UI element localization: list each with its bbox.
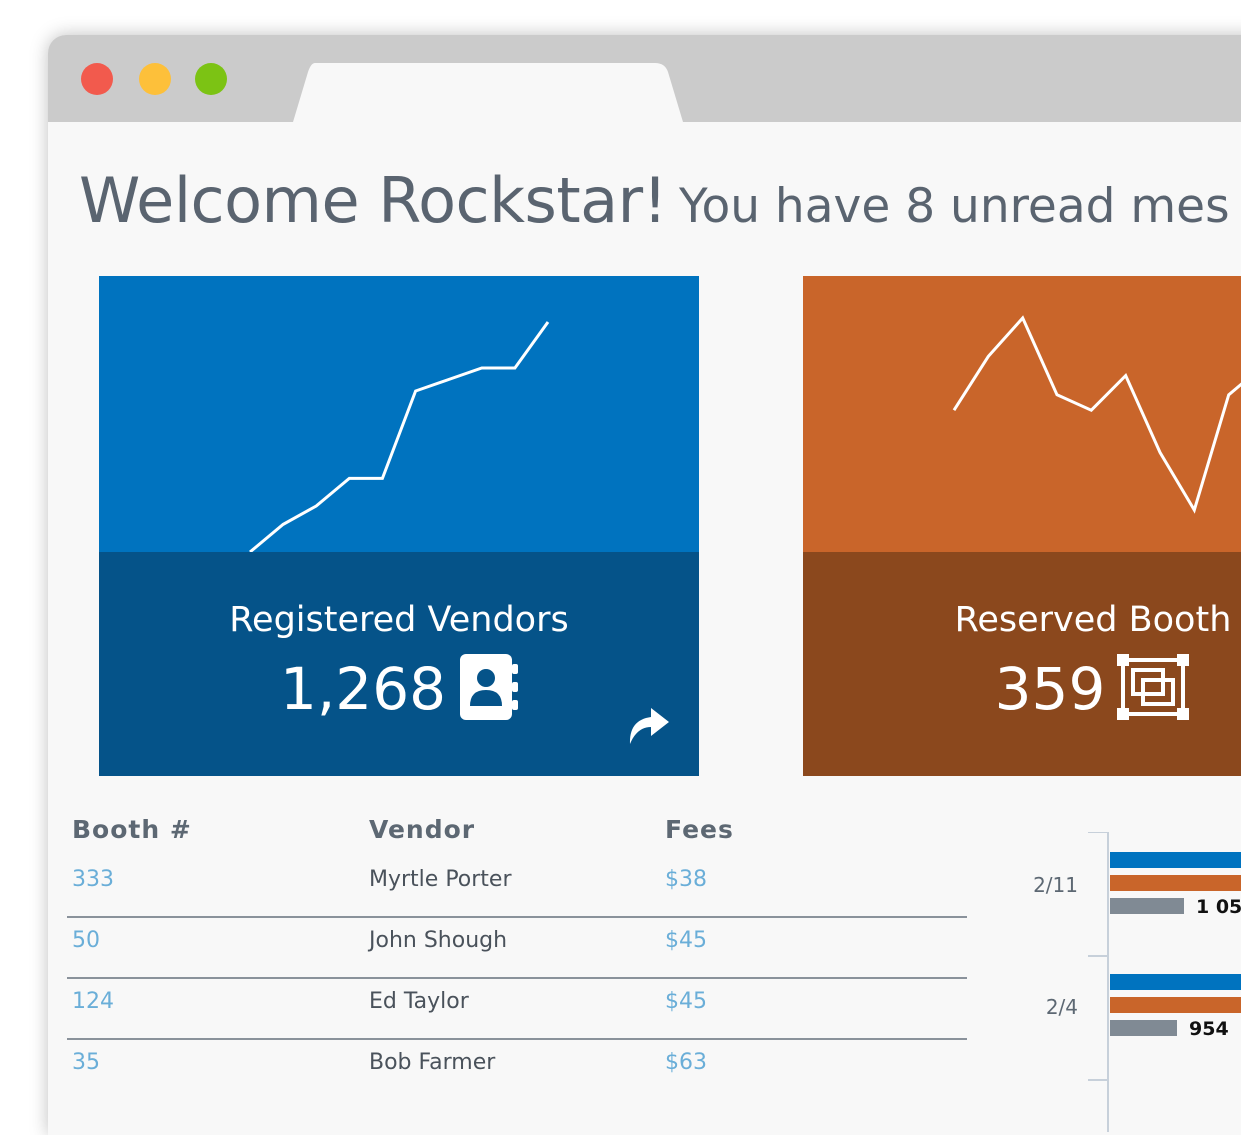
fee-amount[interactable]: $63 [665,1050,707,1075]
maximize-window-button[interactable] [195,63,227,95]
bar[interactable] [1110,875,1241,891]
booth-number[interactable]: 50 [72,928,100,953]
card-value: 359 [994,655,1106,723]
table-row[interactable]: 333 Myrtle Porter $38 [67,857,967,918]
sparkline-path [952,315,1241,514]
bar-value-label: 954 [1189,1018,1229,1040]
vendors-trend-sparkline [249,321,550,552]
vendor-name: Bob Farmer [369,1050,496,1075]
title-bar [48,35,1241,122]
column-header-fees[interactable]: Fees [665,815,734,844]
column-header-vendor[interactable]: Vendor [369,815,475,844]
bar[interactable] [1110,974,1241,990]
card-label: Registered Vendors [229,600,569,640]
fee-amount[interactable]: $45 [665,989,707,1014]
browser-tab[interactable] [293,63,683,122]
booth-layout-icon [1117,654,1191,724]
dashboard-content: Welcome Rockstar! You have 8 unread mes R… [48,122,1241,1135]
unread-messages-text: You have 8 unread mes [678,179,1230,234]
column-header-booth[interactable]: Booth # [72,815,192,844]
booths-trend-sparkline [952,315,1241,514]
registered-vendors-card[interactable]: Registered Vendors 1,268 [99,276,699,776]
reserved-booths-card[interactable]: Reserved Booth 359 [803,276,1241,776]
table-row[interactable]: 124 Ed Taylor $45 [67,979,967,1040]
bar[interactable] [1110,898,1184,914]
vendors-summary: Registered Vendors 1,268 [99,552,699,776]
vendor-name: John Shough [369,928,508,953]
vendor-name: Myrtle Porter [369,867,512,892]
booth-table: Booth # Vendor Fees 333 Myrtle Porter $3… [67,815,967,1099]
table-row[interactable]: 50 John Shough $45 [67,918,967,979]
fee-amount[interactable]: $45 [665,928,707,953]
close-window-button[interactable] [81,63,113,95]
browser-window: Welcome Rockstar! You have 8 unread mes R… [48,35,1241,1135]
share-arrow-icon[interactable] [627,708,669,748]
card-label: Reserved Booth [954,600,1232,640]
minimize-window-button[interactable] [139,63,171,95]
booth-bar-chart: 2/11 1 05 2/4 954 [1033,832,1241,1132]
welcome-title: Welcome Rockstar! [79,164,667,237]
welcome-heading: Welcome Rockstar! You have 8 unread mes [79,164,1230,237]
booths-chart-area [803,276,1241,552]
vendors-chart-area [99,276,699,552]
bar-value-label: 1 05 [1196,896,1241,918]
booth-number[interactable]: 333 [72,867,114,892]
category-label: 2/11 [1033,873,1078,897]
table-header: Booth # Vendor Fees [67,815,967,857]
bar[interactable] [1110,997,1241,1013]
vendor-name: Ed Taylor [369,989,469,1014]
category-label: 2/4 [1046,995,1078,1019]
address-book-icon [458,654,519,724]
booth-number[interactable]: 124 [72,989,114,1014]
booth-number[interactable]: 35 [72,1050,100,1075]
sparkline-path [249,321,550,552]
table-row[interactable]: 35 Bob Farmer $63 [67,1040,967,1099]
fee-amount[interactable]: $38 [665,867,707,892]
booths-summary: Reserved Booth 359 [803,552,1241,776]
card-value: 1,268 [279,655,447,723]
bar[interactable] [1110,852,1241,868]
bar[interactable] [1110,1020,1177,1036]
